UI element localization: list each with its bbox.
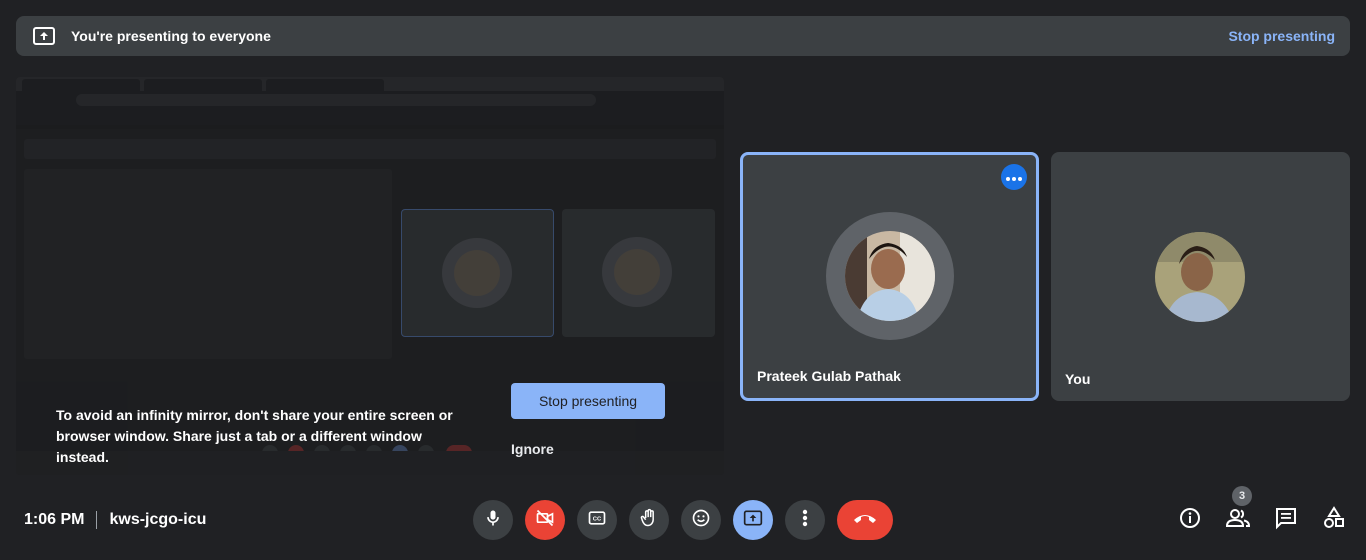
stop-presenting-link[interactable]: Stop presenting xyxy=(1228,28,1335,44)
hand-icon xyxy=(639,508,659,533)
ignore-button[interactable]: Ignore xyxy=(511,435,575,463)
videocam-off-icon xyxy=(535,508,555,533)
raise-hand-button[interactable] xyxy=(629,500,669,540)
present-button[interactable] xyxy=(733,500,773,540)
svg-text:CC: CC xyxy=(593,516,602,522)
people-icon xyxy=(1225,506,1251,535)
reactions-button[interactable] xyxy=(681,500,721,540)
meeting-info: 1:06 PM kws-jcgo-icu xyxy=(24,509,206,531)
screen-share-preview: To avoid an infinity mirror, don't share… xyxy=(16,77,724,475)
participant-name: You xyxy=(1065,371,1091,387)
avatar-ring xyxy=(826,212,954,340)
people-count-badge: 3 xyxy=(1232,486,1252,506)
more-horiz-icon xyxy=(1006,168,1022,186)
people-button[interactable]: 3 xyxy=(1218,486,1258,540)
emoji-icon xyxy=(691,508,711,533)
infinity-mirror-warning: To avoid an infinity mirror, don't share… xyxy=(56,407,453,465)
mic-icon xyxy=(483,508,503,533)
chat-icon xyxy=(1274,506,1298,535)
activities-icon xyxy=(1322,505,1346,535)
avatar xyxy=(845,231,935,321)
presenting-banner: You're presenting to everyone Stop prese… xyxy=(16,16,1350,56)
participant-tile-prateek[interactable]: Prateek Gulab Pathak xyxy=(740,152,1039,401)
present-screen-icon xyxy=(33,26,55,46)
meeting-code: kws-jcgo-icu xyxy=(109,511,207,528)
stop-presenting-button[interactable]: Stop presenting xyxy=(511,383,665,419)
mic-button[interactable] xyxy=(473,500,513,540)
more-vert-icon xyxy=(802,509,808,532)
meeting-tools: 3 xyxy=(1170,486,1350,540)
closed-caption-icon: CC xyxy=(587,508,607,533)
meeting-details-button[interactable] xyxy=(1170,500,1210,540)
present-screen-icon xyxy=(743,508,763,533)
participant-name: Prateek Gulab Pathak xyxy=(757,368,901,384)
camera-off-button[interactable] xyxy=(525,500,565,540)
more-options-button[interactable] xyxy=(785,500,825,540)
meeting-time: 1:06 PM xyxy=(24,511,85,528)
leave-call-button[interactable] xyxy=(837,500,893,540)
chat-button[interactable] xyxy=(1266,500,1306,540)
activities-button[interactable] xyxy=(1314,500,1354,540)
captions-button[interactable]: CC xyxy=(577,500,617,540)
avatar xyxy=(1155,232,1245,322)
participant-tile-you[interactable]: You xyxy=(1051,152,1350,401)
presenting-title: You're presenting to everyone xyxy=(71,28,271,44)
call-end-icon xyxy=(852,511,878,529)
more-options-button[interactable] xyxy=(1001,164,1027,190)
divider xyxy=(96,511,98,529)
info-icon xyxy=(1178,506,1202,535)
